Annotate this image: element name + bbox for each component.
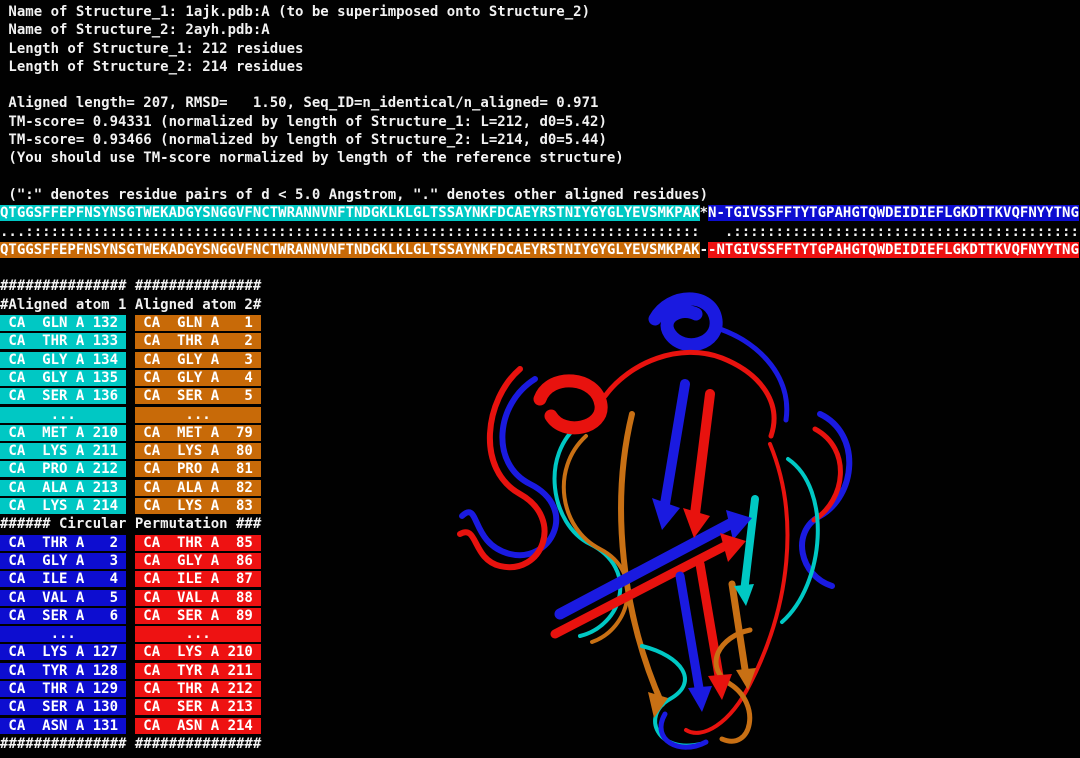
aligned-atom-2: CA GLY A 86	[135, 553, 261, 569]
tm-score-note: (You should use TM-score normalized by l…	[0, 149, 1079, 167]
aligned-atom-2: CA ILE A 87	[135, 571, 261, 587]
seq1-permuted-segment: N-TGIVSSFFTYTGPAHGTQWDEIDIEFLGKDTTKVQFNY…	[708, 205, 1079, 221]
aligned-atom-1: CA ILE A 4	[0, 571, 126, 587]
aligned-atom-1: CA TYR A 128	[0, 663, 126, 679]
helix-blue	[655, 299, 716, 345]
strand-red-v1	[695, 394, 710, 514]
aligned-atom-1: CA SER A 130	[0, 699, 126, 715]
blank-line	[0, 168, 1079, 186]
aligned-atom-2: CA SER A 89	[135, 608, 261, 624]
aligned-atom-1: CA ALA A 213	[0, 480, 126, 496]
aligned-atom-2: CA TYR A 211	[135, 663, 261, 679]
protein-structure-visualization	[400, 284, 1000, 756]
seq1-cp-marker: *	[700, 205, 708, 221]
structure2-name: Name of Structure_2: 2ayh.pdb:A	[0, 21, 1079, 39]
aligned-atom-1: CA GLN A 132	[0, 315, 126, 331]
structure2-length: Length of Structure_2: 214 residues	[0, 58, 1079, 76]
aligned-atom-1: CA ASN A 131	[0, 718, 126, 734]
aligned-atom-1: CA GLY A 3	[0, 553, 126, 569]
strand-blue-v1	[665, 384, 685, 504]
sequence-row-1: QTGGSFFEPFNSYNSGTWEKADGYSNGGVFNCTWRANNVN…	[0, 204, 1079, 222]
aligned-atom-1: ...	[0, 407, 126, 423]
seq2-cp-marker: -	[700, 242, 708, 258]
helix-red	[540, 381, 601, 428]
tm-score-2: TM-score= 0.93466 (normalized by length …	[0, 131, 1079, 149]
aligned-atom-2: ...	[135, 407, 261, 423]
aligned-atom-2: CA LYS A 80	[135, 443, 261, 459]
ribbon-loop-red	[460, 369, 545, 567]
structure1-length: Length of Structure_1: 212 residues	[0, 40, 1079, 58]
terminal-screen: Name of Structure_1: 1ajk.pdb:A (to be s…	[0, 0, 1080, 758]
aligned-atom-2: CA THR A 85	[135, 535, 261, 551]
aligned-atom-2: CA GLY A 4	[135, 370, 261, 386]
aligned-atom-1: CA VAL A 5	[0, 590, 126, 606]
aligned-atom-2: CA VAL A 88	[135, 590, 261, 606]
aligned-atom-2: CA MET A 79	[135, 425, 261, 441]
aligned-atom-2: CA LYS A 83	[135, 498, 261, 514]
aligned-atom-1: ...	[0, 626, 126, 642]
strand-cyan-v	[744, 499, 755, 592]
aligned-stats: Aligned length= 207, RMSD= 1.50, Seq_ID=…	[0, 94, 1079, 112]
aligned-atom-1: CA THR A 129	[0, 681, 126, 697]
aligned-atom-2: CA SER A 213	[135, 699, 261, 715]
alignment-legend: (":" denotes residue pairs of d < 5.0 An…	[0, 186, 1079, 204]
match-line: ...:::::::::::::::::::::::::::::::::::::…	[0, 223, 1079, 241]
blank-line	[0, 76, 1079, 94]
aligned-atom-1: CA SER A 136	[0, 388, 126, 404]
aligned-atom-2: ...	[135, 626, 261, 642]
aligned-atom-1: CA MET A 210	[0, 425, 126, 441]
structure1-name: Name of Structure_1: 1ajk.pdb:A (to be s…	[0, 3, 1079, 21]
aligned-atom-2: CA LYS A 210	[135, 644, 261, 660]
aligned-atom-1: CA THR A 2	[0, 535, 126, 551]
aligned-atom-1: CA SER A 6	[0, 608, 126, 624]
aligned-atom-2: CA THR A 212	[135, 681, 261, 697]
aligned-atom-1: CA LYS A 127	[0, 644, 126, 660]
seq1-aligned-segment: QTGGSFFEPFNSYNSGTWEKADGYSNGGVFNCTWRANNVN…	[0, 205, 700, 221]
aligned-atom-1: CA THR A 133	[0, 333, 126, 349]
aligned-atom-2: CA THR A 2	[135, 333, 261, 349]
aligned-atom-1: CA GLY A 135	[0, 370, 126, 386]
aligned-atom-1: CA LYS A 214	[0, 498, 126, 514]
blank-line	[0, 259, 1079, 277]
aligned-atom-2: CA SER A 5	[135, 388, 261, 404]
aligned-atom-1: CA GLY A 134	[0, 352, 126, 368]
aligned-atom-1: CA LYS A 211	[0, 443, 126, 459]
aligned-atom-1: CA PRO A 212	[0, 461, 126, 477]
strand-red-diag	[555, 546, 725, 634]
aligned-atom-2: CA GLY A 3	[135, 352, 261, 368]
tm-score-1: TM-score= 0.94331 (normalized by length …	[0, 113, 1079, 131]
seq2-permuted-segment: -NTGIVSSFFTYTGPAHGTQWDEIDIEFLGKDTTKVQFNY…	[708, 242, 1079, 258]
sequence-row-2: QTGGSFFEPFNSYNSGTWEKADGYSNGGVFNCTWRANNVN…	[0, 241, 1079, 259]
aligned-atom-2: CA PRO A 81	[135, 461, 261, 477]
aligned-atom-2: CA ALA A 82	[135, 480, 261, 496]
aligned-atom-2: CA ASN A 214	[135, 718, 261, 734]
arrowhead-blue-low	[688, 686, 712, 712]
seq2-aligned-segment: QTGGSFFEPFNSYNSGTWEKADGYSNGGVFNCTWRANNVN…	[0, 242, 700, 258]
aligned-atom-2: CA GLN A 1	[135, 315, 261, 331]
